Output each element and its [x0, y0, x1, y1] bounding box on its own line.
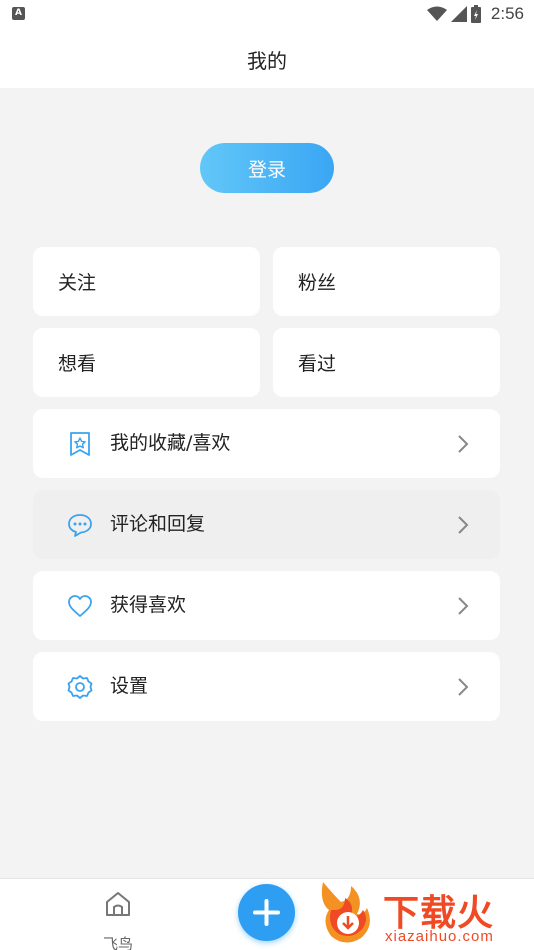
menu-comments-label: 评论和回复 — [110, 513, 206, 535]
menu-settings-label: 设置 — [110, 675, 149, 697]
chevron-right-icon — [458, 597, 469, 615]
page-title: 我的 — [247, 48, 287, 73]
stat-watched-card[interactable]: 看过 — [273, 328, 500, 397]
menu-settings-row[interactable]: 设置 — [33, 652, 500, 721]
watermark-logo: 下载火 xiazaihuo.com — [315, 880, 530, 948]
bookmark-star-icon — [70, 432, 90, 456]
stat-follow-card[interactable]: 关注 — [33, 247, 260, 316]
stat-want-to-watch-card[interactable]: 想看 — [33, 328, 260, 397]
page-header: 我的 — [0, 30, 534, 88]
menu-likes-received-label: 获得喜欢 — [110, 594, 187, 616]
menu-likes-received-row[interactable]: 获得喜欢 — [33, 571, 500, 640]
wifi-icon — [426, 6, 447, 21]
chevron-right-icon — [458, 435, 469, 453]
flame-logo-icon — [321, 882, 370, 943]
tab-home-label: 飞鸟 — [102, 935, 133, 950]
stat-watched-label: 看过 — [298, 353, 337, 375]
chevron-right-icon — [458, 516, 469, 534]
notification-a-icon: A — [12, 7, 25, 20]
plus-icon — [253, 899, 280, 926]
settings-gear-icon — [67, 675, 93, 699]
home-icon — [106, 892, 130, 916]
status-time: 2:56 — [490, 4, 524, 23]
stat-follow-label: 关注 — [58, 272, 97, 294]
comment-bubble-icon — [68, 514, 92, 537]
signal-icon — [450, 6, 467, 22]
login-button[interactable]: 登录 — [200, 143, 334, 193]
menu-favorites-row[interactable]: 我的收藏/喜欢 — [33, 409, 500, 478]
stat-want-to-watch-label: 想看 — [58, 353, 97, 375]
stat-fans-card[interactable]: 粉丝 — [273, 247, 500, 316]
chevron-right-icon — [458, 678, 469, 696]
status-bar: A 2:56 — [0, 0, 534, 30]
menu-favorites-label: 我的收藏/喜欢 — [110, 432, 231, 454]
status-icons: 2:56 — [426, 4, 524, 24]
heart-icon — [68, 595, 92, 617]
menu-comments-row[interactable]: 评论和回复 — [33, 490, 500, 559]
watermark-domain: xiazaihuo.com — [385, 928, 494, 945]
tab-home[interactable]: 飞鸟 — [90, 887, 146, 950]
stat-fans-label: 粉丝 — [298, 272, 337, 294]
add-button[interactable] — [238, 884, 295, 941]
battery-icon — [470, 5, 481, 23]
